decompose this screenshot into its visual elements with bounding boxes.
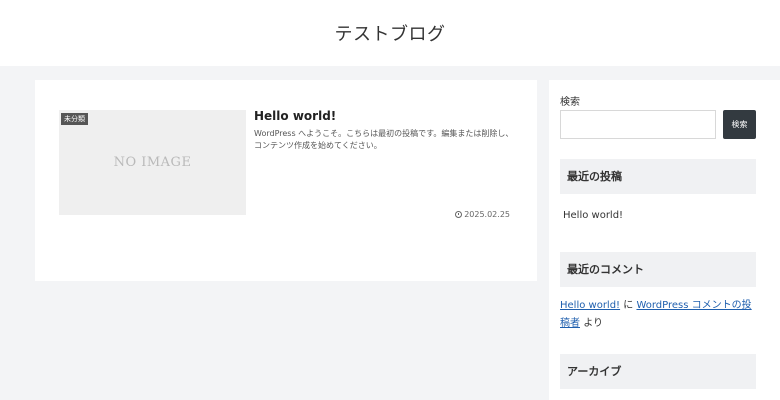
no-image-placeholder: NO IMAGE bbox=[113, 155, 192, 170]
site-header: テストブログ bbox=[0, 0, 780, 66]
recent-posts-heading: 最近の投稿 bbox=[560, 159, 756, 194]
comment-connector: に bbox=[623, 300, 634, 311]
post-excerpt: WordPress へようこそ。こちらは最初の投稿です。編集または削除し、コンテ… bbox=[254, 129, 514, 150]
recent-comment: Hello world! に WordPress コメントの投稿者 より bbox=[560, 297, 760, 333]
recent-post-link[interactable]: Hello world! bbox=[563, 210, 623, 221]
recent-comments-heading: 最近のコメント bbox=[560, 252, 756, 287]
post-date-text: 2025.02.25 bbox=[464, 210, 510, 219]
post-date: 2025.02.25 bbox=[455, 210, 510, 219]
search-input[interactable] bbox=[560, 110, 716, 139]
category-label: 未分類 bbox=[61, 113, 88, 125]
site-title[interactable]: テストブログ bbox=[0, 20, 780, 46]
post-thumbnail[interactable]: NO IMAGE 未分類 bbox=[59, 110, 246, 215]
sidebar: 検索 検索 最近の投稿 Hello world! 最近のコメント Hello w… bbox=[549, 80, 780, 400]
search-button[interactable]: 検索 bbox=[723, 110, 756, 139]
post-card[interactable]: NO IMAGE 未分類 Hello world! WordPress へようこ… bbox=[59, 109, 514, 219]
clock-icon bbox=[455, 211, 463, 218]
archive-heading: アーカイブ bbox=[560, 354, 756, 389]
main-content: NO IMAGE 未分類 Hello world! WordPress へようこ… bbox=[35, 80, 537, 281]
comment-suffix: より bbox=[583, 318, 603, 329]
comment-post-link[interactable]: Hello world! bbox=[560, 300, 620, 311]
search-label: 検索 bbox=[560, 97, 580, 108]
post-title[interactable]: Hello world! bbox=[254, 109, 336, 123]
